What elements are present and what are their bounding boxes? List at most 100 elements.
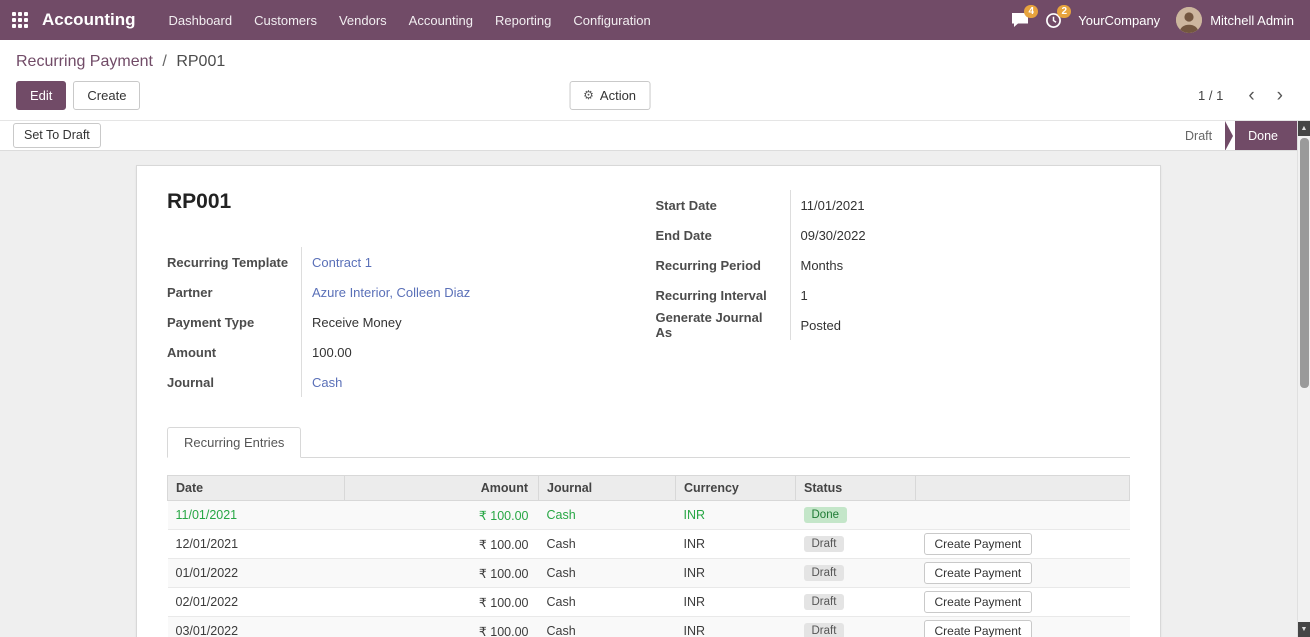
user-menu[interactable]: Mitchell Admin xyxy=(1176,7,1294,33)
nav-item-vendors[interactable]: Vendors xyxy=(328,0,398,41)
field-label-generate-journal-as: Generate Journal As xyxy=(656,310,791,340)
action-menu-button[interactable]: ⚙ Action xyxy=(569,81,650,110)
create-payment-button[interactable]: Create Payment xyxy=(924,591,1033,613)
field-value-start-date: 11/01/2021 xyxy=(791,198,865,213)
col-header-amount[interactable]: Amount xyxy=(345,476,539,501)
tab-recurring-entries[interactable]: Recurring Entries xyxy=(167,427,301,458)
toolbar: Edit Create ⚙ Action 1 / 1 ‹ › xyxy=(0,73,1310,120)
cell-journal: Cash xyxy=(539,559,676,588)
create-payment-button[interactable]: Create Payment xyxy=(924,620,1033,637)
cell-status: Draft xyxy=(796,617,916,637)
cell-journal: Cash xyxy=(539,530,676,559)
set-to-draft-button[interactable]: Set To Draft xyxy=(13,123,101,148)
col-header-journal[interactable]: Journal xyxy=(539,476,676,501)
statusbar-states: Draft Done xyxy=(1172,121,1297,150)
table-row[interactable]: 12/01/2021 ₹ 100.00 Cash INR Draft Creat… xyxy=(168,530,1130,559)
field-row-recurring-interval: Recurring Interval 1 xyxy=(656,280,1131,310)
field-row-start-date: Start Date 11/01/2021 xyxy=(656,190,1131,220)
cell-action xyxy=(916,501,1130,530)
field-value-journal[interactable]: Cash xyxy=(302,375,342,390)
field-value-end-date: 09/30/2022 xyxy=(791,228,866,243)
nav-item-reporting[interactable]: Reporting xyxy=(484,0,562,41)
edit-button[interactable]: Edit xyxy=(16,81,66,110)
cell-journal: Cash xyxy=(539,617,676,637)
field-label-end-date: End Date xyxy=(656,220,791,250)
field-label-recurring-template: Recurring Template xyxy=(167,247,302,277)
cell-journal: Cash xyxy=(539,588,676,617)
create-payment-button[interactable]: Create Payment xyxy=(924,533,1033,555)
state-done[interactable]: Done xyxy=(1225,121,1297,150)
messages-icon[interactable]: 4 xyxy=(1011,12,1029,28)
col-header-status[interactable]: Status xyxy=(796,476,916,501)
nav-item-dashboard[interactable]: Dashboard xyxy=(158,0,244,41)
pager-counter: 1 / 1 xyxy=(1198,88,1223,103)
nav-item-accounting[interactable]: Accounting xyxy=(398,0,484,41)
action-menu-label: Action xyxy=(600,87,636,104)
table-row[interactable]: 11/01/2021 ₹ 100.00 Cash INR Done xyxy=(168,501,1130,530)
scrollbar-thumb[interactable] xyxy=(1300,138,1309,388)
state-arrow-icon xyxy=(1225,121,1233,151)
field-row-end-date: End Date 09/30/2022 xyxy=(656,220,1131,250)
col-header-currency[interactable]: Currency xyxy=(676,476,796,501)
cell-date: 03/01/2022 xyxy=(168,617,345,637)
gear-icon: ⚙ xyxy=(583,87,594,104)
recurring-entries-table: Date Amount Journal Currency Status 11/0… xyxy=(167,475,1130,637)
field-row-payment-type: Payment Type Receive Money xyxy=(167,307,642,337)
company-switcher[interactable]: YourCompany xyxy=(1078,13,1160,28)
cell-currency: INR xyxy=(676,530,796,559)
breadcrumb: Recurring Payment / RP001 xyxy=(0,40,1310,73)
status-badge: Draft xyxy=(804,565,845,581)
cell-status: Draft xyxy=(796,588,916,617)
cell-action: Create Payment xyxy=(916,530,1130,559)
field-value-partner[interactable]: Azure Interior, Colleen Diaz xyxy=(302,285,470,300)
scroll-up-icon[interactable]: ▲ xyxy=(1298,121,1310,136)
form-sheet: RP001 Recurring Template Contract 1 Part… xyxy=(136,165,1161,637)
field-row-generate-journal-as: Generate Journal As Posted xyxy=(656,310,1131,340)
vertical-scrollbar[interactable]: ▲ ▼ xyxy=(1297,121,1310,637)
cell-currency: INR xyxy=(676,501,796,530)
table-row[interactable]: 02/01/2022 ₹ 100.00 Cash INR Draft Creat… xyxy=(168,588,1130,617)
scroll-region: Set To Draft Draft Done RP001 Recurring … xyxy=(0,121,1310,637)
breadcrumb-separator: / xyxy=(162,53,166,70)
create-button[interactable]: Create xyxy=(73,81,140,110)
col-header-date[interactable]: Date xyxy=(168,476,345,501)
status-badge: Draft xyxy=(804,594,845,610)
field-row-partner: Partner Azure Interior, Colleen Diaz xyxy=(167,277,642,307)
main-content: RP001 Recurring Template Contract 1 Part… xyxy=(0,151,1310,637)
table-row[interactable]: 01/01/2022 ₹ 100.00 Cash INR Draft Creat… xyxy=(168,559,1130,588)
field-value-recurring-template[interactable]: Contract 1 xyxy=(302,255,372,270)
state-done-label: Done xyxy=(1235,121,1297,151)
field-label-amount: Amount xyxy=(167,337,302,367)
state-draft[interactable]: Draft xyxy=(1172,121,1225,150)
app-title[interactable]: Accounting xyxy=(42,10,136,30)
cell-action: Create Payment xyxy=(916,588,1130,617)
field-label-journal: Journal xyxy=(167,367,302,397)
activities-clock-icon[interactable]: 2 xyxy=(1045,12,1062,29)
breadcrumb-current: RP001 xyxy=(176,53,225,70)
cell-currency: INR xyxy=(676,588,796,617)
table-row[interactable]: 03/01/2022 ₹ 100.00 Cash INR Draft Creat… xyxy=(168,617,1130,637)
nav-item-configuration[interactable]: Configuration xyxy=(562,0,661,41)
control-panel: Recurring Payment / RP001 Edit Create ⚙ … xyxy=(0,40,1310,121)
field-value-recurring-interval: 1 xyxy=(791,288,808,303)
pager-next-icon[interactable]: › xyxy=(1266,86,1294,106)
col-header-actions xyxy=(916,476,1130,501)
create-payment-button[interactable]: Create Payment xyxy=(924,562,1033,584)
apps-grid-icon[interactable] xyxy=(12,12,28,28)
pager-previous-icon[interactable]: ‹ xyxy=(1237,86,1265,106)
cell-journal: Cash xyxy=(539,501,676,530)
cell-date: 11/01/2021 xyxy=(168,501,345,530)
field-row-amount: Amount 100.00 xyxy=(167,337,642,367)
cell-currency: INR xyxy=(676,617,796,637)
scroll-down-icon[interactable]: ▼ xyxy=(1298,622,1310,637)
field-value-amount: 100.00 xyxy=(302,345,352,360)
field-value-recurring-period: Months xyxy=(791,258,844,273)
status-badge: Draft xyxy=(804,623,845,637)
status-badge: Draft xyxy=(804,536,845,552)
cell-date: 12/01/2021 xyxy=(168,530,345,559)
field-row-recurring-period: Recurring Period Months xyxy=(656,250,1131,280)
nav-item-customers[interactable]: Customers xyxy=(243,0,328,41)
breadcrumb-parent-link[interactable]: Recurring Payment xyxy=(16,53,153,70)
top-navbar: Accounting Dashboard Customers Vendors A… xyxy=(0,0,1310,40)
cell-amount: ₹ 100.00 xyxy=(345,559,539,588)
